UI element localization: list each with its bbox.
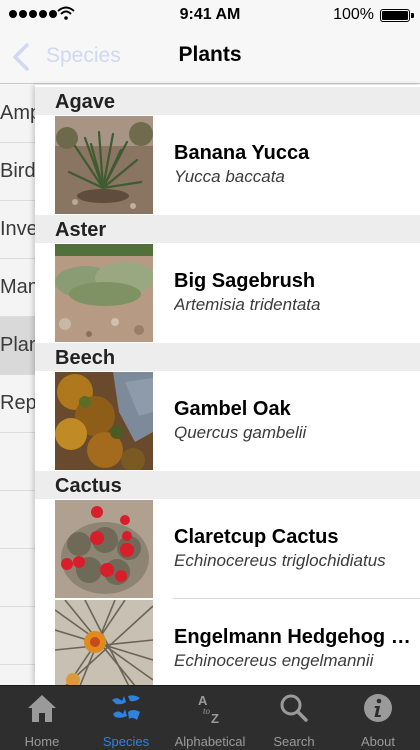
info-icon <box>364 694 392 722</box>
list-item-banana-yucca[interactable]: Banana Yucca Yucca baccata <box>35 115 420 215</box>
svg-text:Z: Z <box>211 711 219 724</box>
banana-yucca-photo <box>55 116 153 214</box>
gambel-oak-photo <box>55 372 153 470</box>
side-menu-empty-row <box>0 607 40 665</box>
side-menu: Amphibians Birds Invertebrates Mammals P… <box>0 85 40 685</box>
section-header-agave: Agave <box>35 87 420 115</box>
engelmann-hedgehog-cactus-photo <box>55 600 153 685</box>
tab-bar: Home Species A to Z Alphabetical Search <box>0 685 420 750</box>
tab-label: Species <box>102 734 150 749</box>
tab-home[interactable]: Home <box>0 686 84 750</box>
side-menu-empty-row <box>0 491 40 549</box>
section-header-beech: Beech <box>35 343 420 371</box>
list-item-gambel-oak[interactable]: Gambel Oak Quercus gambelii <box>35 371 420 471</box>
side-menu-item-label: Reptiles <box>0 392 40 414</box>
section-header-cactus: Cactus <box>35 471 420 499</box>
battery-icon <box>380 9 414 22</box>
tab-species[interactable]: Species <box>84 686 168 750</box>
side-menu-empty-row <box>0 549 40 607</box>
search-icon <box>280 694 308 722</box>
species-list[interactable]: Agave Banana Yucca Yucca baccata Aster B… <box>35 85 420 685</box>
species-common-name: Claretcup Cactus <box>174 526 339 548</box>
tab-label: About <box>361 734 395 749</box>
species-scientific-name: Echinocereus triglochidiatus <box>174 551 386 570</box>
claretcup-cactus-photo <box>55 500 153 598</box>
side-menu-item-birds[interactable]: Birds <box>0 143 40 201</box>
side-menu-item-label: Amphibians <box>0 102 40 124</box>
species-common-name: Banana Yucca <box>174 142 310 164</box>
page-title: Plants <box>178 43 242 66</box>
tab-label: Search <box>273 734 315 749</box>
bird-icon <box>112 695 140 720</box>
navigation-bar: Species Plants <box>0 30 420 84</box>
home-icon <box>28 695 56 722</box>
side-menu-item-invertebrates[interactable]: Invertebrates <box>0 201 40 259</box>
tab-alphabetical[interactable]: A to Z Alphabetical <box>168 686 252 750</box>
side-menu-item-mammals[interactable]: Mammals <box>0 259 40 317</box>
side-menu-item-reptiles[interactable]: Reptiles <box>0 375 40 433</box>
tab-label: Alphabetical <box>174 734 246 749</box>
side-menu-item-label: Birds <box>0 160 40 182</box>
section-header-label: Agave <box>55 91 116 113</box>
section-header-label: Beech <box>55 347 116 369</box>
species-scientific-name: Yucca baccata <box>174 167 285 186</box>
tab-search[interactable]: Search <box>252 686 336 750</box>
tab-about[interactable]: About <box>336 686 420 750</box>
tab-label: Home <box>24 734 60 749</box>
big-sagebrush-photo <box>55 244 153 342</box>
section-header-label: Aster <box>55 219 107 241</box>
side-menu-empty-row <box>0 433 40 491</box>
list-item-big-sagebrush[interactable]: Big Sagebrush Artemisia tridentata <box>35 243 420 343</box>
side-menu-item-amphibians[interactable]: Amphibians <box>0 85 40 143</box>
species-scientific-name: Echinocereus engelmannii <box>174 651 374 670</box>
alphabetical-icon: A to Z <box>198 693 219 724</box>
svg-text:to: to <box>203 706 211 716</box>
battery-percentage: 100% <box>333 6 374 23</box>
species-common-name: Engelmann Hedgehog Cactus <box>174 626 420 648</box>
side-menu-item-label: Invertebrates <box>0 218 40 240</box>
side-menu-item-label: Plants <box>0 334 40 356</box>
side-menu-item-plants[interactable]: Plants <box>0 317 40 375</box>
species-common-name: Gambel Oak <box>174 398 291 420</box>
status-bar: 9:41 AM 100% <box>0 0 420 30</box>
species-common-name: Big Sagebrush <box>174 270 316 292</box>
species-scientific-name: Artemisia tridentata <box>174 295 321 314</box>
section-header-aster: Aster <box>35 215 420 243</box>
list-item-claretcup-cactus[interactable]: Claretcup Cactus Echinocereus triglochid… <box>35 499 420 599</box>
side-menu-item-label: Mammals <box>0 276 40 298</box>
species-scientific-name: Quercus gambelii <box>174 423 307 442</box>
section-header-label: Cactus <box>55 475 122 497</box>
list-item-engelmann-hedgehog-cactus[interactable]: Engelmann Hedgehog Cactus Echinocereus e… <box>35 599 420 685</box>
